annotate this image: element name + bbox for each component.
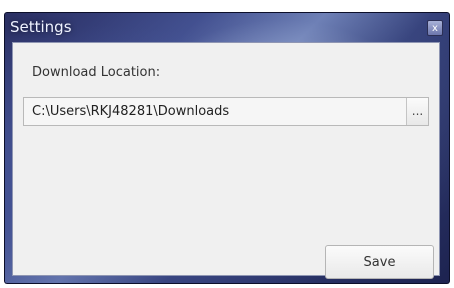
close-icon: x xyxy=(432,23,438,34)
dialog-content: Download Location: ... Save xyxy=(12,42,440,279)
settings-dialog: Settings x Download Location: ... Save xyxy=(4,12,450,284)
download-location-input[interactable] xyxy=(24,98,407,125)
browse-button[interactable]: ... xyxy=(406,98,428,125)
title-bar[interactable]: Settings x xyxy=(4,12,450,42)
download-location-field: ... xyxy=(23,97,429,126)
window-title: Settings xyxy=(10,18,72,36)
save-button[interactable]: Save xyxy=(325,245,434,279)
download-location-label: Download Location: xyxy=(32,65,161,80)
close-button[interactable]: x xyxy=(427,20,443,36)
